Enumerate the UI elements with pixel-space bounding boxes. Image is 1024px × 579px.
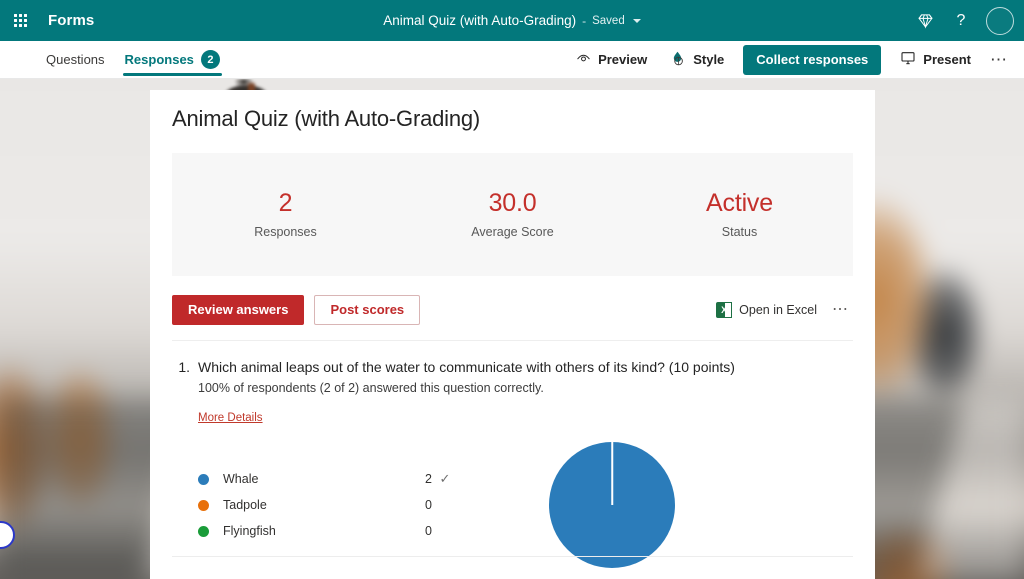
legend-count-flyingfish: 0 [425,524,432,539]
legend-count-tadpole: 0 [425,498,432,513]
header-actions: ? [908,0,1016,41]
question-summary: 100% of respondents (2 of 2) answered th… [198,381,544,396]
chevron-down-icon[interactable] [632,18,641,23]
tab-questions-label: Questions [46,52,105,67]
title-separator: - [582,13,587,28]
legend-swatch-whale [198,473,209,485]
tab-questions[interactable]: Questions [38,41,113,79]
status-badge: Active [706,188,773,217]
results-more-button[interactable]: ⋯ [827,297,853,323]
preview-label: Preview [598,52,648,67]
results-actions-right: X Open in Excel ⋯ [710,297,853,323]
present-monitor-icon [900,50,916,69]
post-scores-button[interactable]: Post scores [314,294,421,325]
form-card: Animal Quiz (with Auto-Grading) 2 Respon… [150,90,875,579]
diamond-icon [917,12,934,29]
legend-label-tadpole: Tadpole [223,498,267,513]
style-label: Style [693,52,725,67]
stat-average-score-label: Average Score [471,225,554,240]
present-button[interactable]: Present [891,45,980,75]
list-item: Flyingfish 0 [198,518,458,544]
results-actions: Review answers Post scores X Open in Exc… [172,294,853,341]
question-number: 1. [178,359,190,375]
document-title-group: Animal Quiz (with Auto-Grading) - Saved [0,13,1024,28]
stat-responses: 2 Responses [172,188,399,240]
question-divider [172,556,853,557]
pie-seam [611,442,613,506]
excel-icon-glyph: X [721,304,728,315]
list-item: Tadpole 0 [198,492,458,518]
collect-responses-button[interactable]: Collect responses [743,44,882,75]
page-title: Animal Quiz (with Auto-Grading) [172,106,481,131]
question-text: Which animal leaps out of the water to c… [198,359,735,375]
question-heading: 1. Which animal leaps out of the water t… [172,357,853,377]
open-in-excel-button[interactable]: X Open in Excel [710,298,823,322]
more-options-button[interactable]: ⋯ [984,45,1014,75]
question-block: 1. Which animal leaps out of the water t… [172,357,853,579]
summary-stats: 2 Responses 30.0 Average Score Active St… [172,153,853,276]
question-results: Whale 2 ✓ Tadpole 0 Flyingfish 0 [198,442,853,579]
excel-icon: X [716,301,733,318]
legend-count-whale: 2 [425,472,432,487]
legend-label-flyingfish: Flyingfish [223,524,276,539]
responses-count-badge: 2 [200,50,220,69]
legend-swatch-tadpole [198,499,209,511]
pie-slice-whale [549,442,675,569]
waffle-grid-icon [13,14,27,27]
list-item: Whale 2 ✓ [198,466,458,492]
command-bar-actions: Preview Style Collect responses Present … [567,44,1024,75]
legend-swatch-flyingfish [198,525,209,537]
legend-label-whale: Whale [223,472,259,487]
style-button[interactable]: Style [660,45,733,75]
review-answers-button[interactable]: Review answers [172,294,305,325]
preview-eye-icon [576,51,591,69]
app-launcher-button[interactable] [0,0,40,41]
document-title[interactable]: Animal Quiz (with Auto-Grading) [383,13,576,28]
open-in-excel-label: Open in Excel [739,302,817,317]
view-tabs: Questions Responses 2 [38,41,228,79]
preview-button[interactable]: Preview [567,45,656,75]
stat-responses-value: 2 [278,188,293,217]
more-details-link[interactable]: More Details [198,412,263,424]
answer-legend: Whale 2 ✓ Tadpole 0 Flyingfish 0 [198,450,458,544]
help-button[interactable]: ? [944,4,978,38]
tab-responses-label: Responses [124,52,194,67]
stat-average-score: 30.0 Average Score [399,188,626,240]
tab-responses[interactable]: Responses 2 [117,41,228,79]
results-pie-chart [549,442,675,569]
question-mark-icon: ? [956,11,966,29]
stat-average-score-value: 30.0 [488,188,537,217]
stat-status-label: Status [721,225,758,240]
stat-responses-label: Responses [254,225,317,240]
collect-responses-label: Collect responses [756,52,869,67]
style-paint-icon [669,50,686,70]
app-header: Forms Animal Quiz (with Auto-Grading) - … [0,0,1024,41]
premium-button[interactable] [908,4,942,38]
brand-forms-link[interactable]: Forms [48,12,94,29]
present-label: Present [923,52,971,67]
command-bar: Questions Responses 2 Preview Style Coll… [0,41,1024,79]
save-status: Saved [592,14,625,27]
avatar[interactable] [986,6,1014,35]
correct-answer-check-icon: ✓ [439,471,451,487]
stat-status: Active Status [626,188,853,240]
